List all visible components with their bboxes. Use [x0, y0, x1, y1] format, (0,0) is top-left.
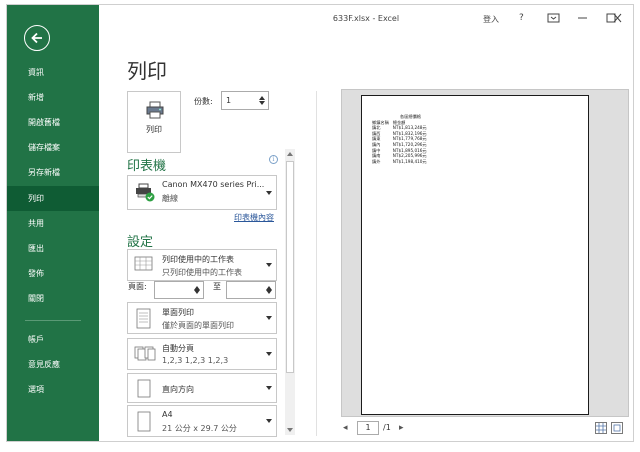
pages-to-label: 至	[213, 282, 221, 291]
chevron-down-icon	[266, 352, 272, 356]
nav-item-save[interactable]: 儲存檔案	[7, 135, 99, 160]
nav-item-close[interactable]: 關閉	[7, 286, 99, 311]
scroll-thumb[interactable]	[286, 161, 294, 373]
help-button[interactable]: ?	[519, 13, 524, 23]
scroll-up-icon[interactable]	[287, 152, 293, 156]
collate-desc: 1,2,3 1,2,3 1,2,3	[162, 356, 229, 365]
pages-to-input[interactable]	[226, 281, 276, 299]
sign-in-link[interactable]: 登入	[483, 14, 499, 25]
page-navigator: ◂ 1 /1 ▸	[341, 421, 461, 435]
copies-label: 份數:	[194, 97, 213, 106]
scroll-down-icon[interactable]	[287, 428, 293, 432]
sheet-cell: NT$1,813,248元	[392, 125, 427, 131]
print-scope-desc: 只列印使用中的工作表	[162, 268, 242, 277]
nav-item-feedback[interactable]: 意見反應	[7, 352, 99, 377]
previous-page-icon[interactable]: ◂	[343, 423, 348, 433]
orientation-dropdown[interactable]: 直向方向	[127, 373, 277, 403]
print-scope-dropdown[interactable]: 列印使用中的工作表 只列印使用中的工作表	[127, 249, 277, 281]
preview-page: 各區總價格 鄉鎮名稱 總金額 鎮北 NT$1,813,248元 鎮西 NT$1,83…	[361, 95, 589, 415]
spin-down-icon[interactable]	[266, 290, 272, 294]
print-button-label: 列印	[146, 125, 162, 134]
copies-spinner[interactable]: 1	[221, 91, 269, 110]
nav-item-export[interactable]: 匯出	[7, 236, 99, 261]
nav-item-options[interactable]: 選項	[7, 377, 99, 402]
page-title: 列印	[127, 59, 167, 83]
show-margins-icon[interactable]	[595, 422, 607, 434]
nav-item-open[interactable]: 開啟舊檔	[7, 110, 99, 135]
printer-icon	[146, 101, 164, 119]
sheet-table: 鄉鎮名稱 總金額 鎮北 NT$1,813,248元 鎮西 NT$1,832,196元…	[370, 120, 429, 165]
preview-sheet: 各區總價格 鄉鎮名稱 總金額 鎮北 NT$1,813,248元 鎮西 NT$1,83…	[370, 114, 429, 164]
total-pages: /1	[383, 423, 391, 432]
print-button[interactable]: 列印	[127, 91, 181, 153]
orientation-title: 直向方向	[162, 385, 194, 394]
portrait-page-icon	[134, 379, 154, 401]
printer-status: 離線	[162, 194, 178, 203]
nav-item-info[interactable]: 資訊	[7, 60, 99, 85]
printer-heading: 印表機	[127, 159, 167, 174]
current-page-input[interactable]: 1	[357, 421, 379, 435]
one-sided-page-icon	[134, 308, 154, 332]
nav-item-print[interactable]: 列印	[7, 186, 99, 211]
chevron-down-icon	[266, 263, 272, 267]
spin-down-icon[interactable]	[194, 290, 200, 294]
nav-item-publish[interactable]: 發佈	[7, 261, 99, 286]
paper-size-title: A4	[162, 410, 173, 419]
sheet-cell: NT$1,720,296元	[392, 141, 427, 147]
nav-item-account[interactable]: 帳戶	[7, 327, 99, 352]
pages-label: 頁面:	[128, 282, 147, 291]
pane-divider	[316, 91, 317, 436]
collate-title: 自動分頁	[162, 344, 194, 353]
close-icon[interactable]	[609, 11, 627, 25]
nav-item-save-as[interactable]: 另存新檔	[7, 160, 99, 185]
chevron-down-icon	[266, 386, 272, 390]
excel-window: 資訊 新增 開啟舊檔 儲存檔案 另存新檔 列印 共用 匯出 發佈 關閉 帳戶 意…	[6, 4, 634, 442]
chevron-down-icon	[266, 316, 272, 320]
zoom-to-page-icon[interactable]	[611, 422, 623, 434]
collate-icon	[134, 344, 156, 366]
paper-size-desc: 21 公分 x 29.7 公分	[162, 424, 237, 433]
sheet-cell: 鎮外	[372, 158, 381, 164]
title-bar: 633F.xlsx - Excel 登入 ?	[99, 5, 633, 31]
chevron-down-icon	[266, 190, 272, 195]
minimize-icon[interactable]	[574, 11, 592, 25]
sides-title: 單面列印	[162, 308, 194, 317]
backstage-nav: 資訊 新增 開啟舊檔 儲存檔案 另存新檔 列印 共用 匯出 發佈 關閉 帳戶 意…	[7, 5, 99, 441]
paper-size-icon	[134, 411, 154, 435]
next-page-icon[interactable]: ▸	[399, 423, 404, 433]
sheet-cell: NT$2,205,996元	[392, 153, 427, 159]
sheet-cell: NT$1,198,410元	[392, 158, 427, 164]
sides-dropdown[interactable]: 單面列印 僅於頁面的單面列印	[127, 302, 277, 334]
back-arrow-icon[interactable]	[24, 25, 50, 51]
chevron-down-icon	[266, 419, 272, 423]
spin-down-icon[interactable]	[259, 101, 265, 105]
sides-desc: 僅於頁面的單面列印	[162, 321, 234, 330]
spin-up-icon[interactable]	[259, 96, 265, 100]
sheet-grid-icon	[134, 255, 154, 275]
printer-offline-icon	[134, 181, 156, 205]
pages-from-input[interactable]	[154, 281, 204, 299]
settings-heading: 設定	[127, 235, 154, 250]
printer-properties-link[interactable]: 印表機內容	[234, 212, 274, 223]
printer-name: Canon MX470 series Pri...	[162, 180, 265, 189]
paper-size-dropdown[interactable]: A4 21 公分 x 29.7 公分	[127, 405, 277, 437]
info-icon[interactable]: i	[269, 155, 278, 164]
nav-separator	[25, 320, 81, 321]
collate-dropdown[interactable]: 自動分頁 1,2,3 1,2,3 1,2,3	[127, 338, 277, 370]
nav-item-new[interactable]: 新增	[7, 85, 99, 110]
settings-scrollbar[interactable]	[285, 149, 295, 435]
copies-value: 1	[226, 96, 232, 105]
print-scope-title: 列印使用中的工作表	[162, 255, 234, 264]
nav-item-share[interactable]: 共用	[7, 211, 99, 236]
ribbon-display-icon[interactable]	[545, 11, 563, 25]
printer-dropdown[interactable]: Canon MX470 series Pri... 離線	[127, 175, 277, 210]
